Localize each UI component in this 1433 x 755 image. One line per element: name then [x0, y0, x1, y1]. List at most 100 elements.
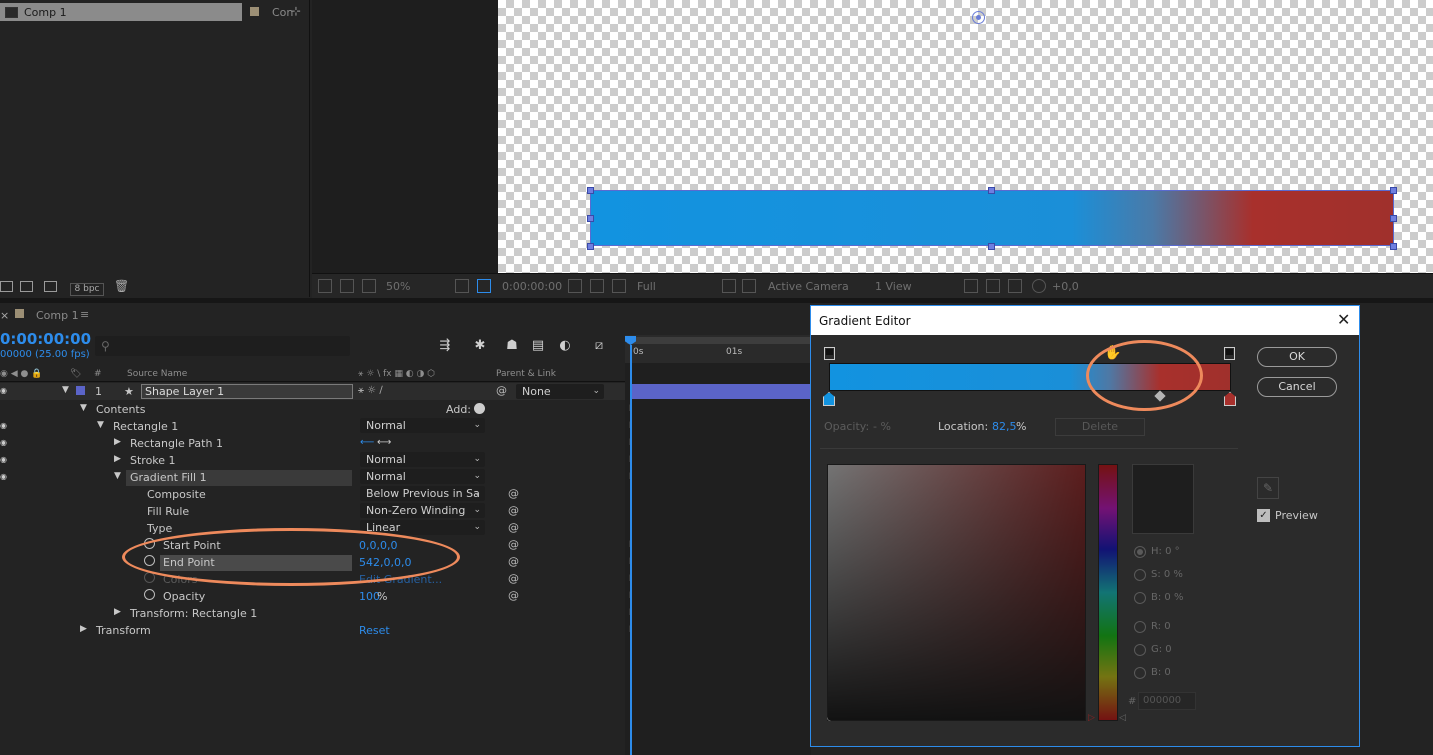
- saturation-radio[interactable]: [1134, 569, 1146, 581]
- visibility-eye-icon[interactable]: ◉: [0, 455, 7, 464]
- composition-mini-flowchart-icon[interactable]: ⇶: [437, 338, 453, 354]
- av-features-icon[interactable]: ◉ ◀ ● 🔒: [0, 369, 42, 379]
- stroke-row[interactable]: ◉ ▶ Stroke 1 Normal ⌄: [0, 452, 625, 469]
- layer-duration-bar[interactable]: [632, 384, 811, 399]
- cancel-button[interactable]: Cancel: [1257, 377, 1337, 397]
- switches-icon[interactable]: ⚹ ☼ \ fx ▦ ◐ ◑ ⬡: [358, 369, 435, 379]
- graph-editor-icon[interactable]: ⧄: [591, 338, 607, 354]
- visibility-eye-icon[interactable]: ◉: [0, 386, 7, 395]
- path-direction-icon[interactable]: ⟵: [360, 437, 374, 448]
- parent-select[interactable]: None ⌄: [516, 384, 604, 399]
- reset-exposure-icon[interactable]: [1032, 279, 1046, 293]
- rectangle-path-row[interactable]: ◉ ▶ Rectangle Path 1 ⟵ ⟷: [0, 435, 625, 452]
- fill-rule-select[interactable]: Non-Zero Winding ⌄: [360, 503, 485, 518]
- fast-previews-icon[interactable]: [964, 279, 978, 293]
- channel-icon[interactable]: [612, 279, 626, 293]
- collapse-triangle-icon[interactable]: ▶: [114, 437, 121, 447]
- expand-triangle-icon[interactable]: ▼: [62, 385, 69, 395]
- transform-row[interactable]: ▶ Transform Reset: [0, 622, 625, 639]
- project-item-comp[interactable]: Comp 1: [0, 3, 242, 21]
- transparency-grid-icon[interactable]: [742, 279, 756, 293]
- hue-radio[interactable]: [1134, 546, 1146, 558]
- expression-spiral-icon[interactable]: @: [508, 521, 519, 534]
- collapse-triangle-icon[interactable]: ▶: [80, 624, 87, 634]
- interpret-footage-icon[interactable]: [0, 281, 13, 292]
- zoom-select[interactable]: 50%: [386, 280, 410, 293]
- expand-triangle-icon[interactable]: ▼: [80, 403, 87, 413]
- green-radio[interactable]: [1134, 644, 1146, 656]
- frame-blending-icon[interactable]: ▤: [530, 338, 546, 354]
- blend-mode-select[interactable]: Normal ⌄: [360, 418, 485, 433]
- views-select[interactable]: 1 View: [875, 280, 912, 293]
- bounding-handle[interactable]: [1390, 215, 1397, 222]
- expression-spiral-icon[interactable]: @: [508, 589, 519, 602]
- hue-left-arrow-icon[interactable]: ▷: [1088, 713, 1095, 723]
- expression-spiral-icon[interactable]: @: [508, 504, 519, 517]
- stopwatch-icon[interactable]: [144, 589, 155, 600]
- hue-right-arrow-icon[interactable]: ◁: [1119, 713, 1126, 723]
- column-parent[interactable]: Parent & Link: [496, 369, 556, 379]
- resolution-select[interactable]: Full: [637, 280, 656, 293]
- trash-icon[interactable]: 🗑: [114, 279, 129, 293]
- pickwhip-icon[interactable]: @: [496, 384, 507, 397]
- blend-mode-select[interactable]: Normal ⌄: [360, 452, 485, 467]
- layer-search-input[interactable]: [95, 336, 350, 356]
- color-field[interactable]: [827, 464, 1086, 721]
- opacity-row[interactable]: Opacity 100 % @: [0, 588, 625, 605]
- opacity-stop[interactable]: [824, 347, 835, 360]
- dialog-title-bar[interactable]: Gradient Editor: [811, 306, 1359, 335]
- bounding-handle[interactable]: [988, 187, 995, 194]
- opacity-stop[interactable]: [1224, 347, 1235, 360]
- snapshot-icon[interactable]: [568, 279, 582, 293]
- exposure-value[interactable]: +0,0: [1052, 280, 1079, 293]
- blend-mode-select[interactable]: Normal ⌄: [360, 469, 485, 484]
- gradient-rectangle-shape[interactable]: [590, 190, 1394, 246]
- expand-triangle-icon[interactable]: ▼: [114, 471, 121, 481]
- bounding-handle[interactable]: [1390, 187, 1397, 194]
- add-menu-icon[interactable]: [474, 403, 485, 414]
- always-preview-icon[interactable]: [318, 279, 332, 293]
- menu-icon[interactable]: ≡: [80, 308, 89, 321]
- grid-icon[interactable]: [455, 279, 469, 293]
- playhead-line[interactable]: [630, 345, 632, 755]
- gradient-fill-row[interactable]: ◉ ▼ Gradient Fill 1 Normal ⌄: [0, 469, 625, 486]
- viewer-timecode[interactable]: 0:00:00:00: [502, 280, 562, 293]
- bounding-handle[interactable]: [587, 215, 594, 222]
- expression-spiral-icon[interactable]: @: [508, 572, 519, 585]
- hue-slider[interactable]: [1098, 464, 1118, 721]
- new-folder-icon[interactable]: [20, 281, 33, 292]
- fill-rule-row[interactable]: Fill Rule Non-Zero Winding ⌄ @: [0, 503, 625, 520]
- anchor-point-icon[interactable]: [972, 11, 985, 24]
- collapse-triangle-icon[interactable]: ▶: [114, 607, 121, 617]
- timeline-icon[interactable]: [986, 279, 1000, 293]
- expression-spiral-icon[interactable]: @: [508, 555, 519, 568]
- timeline-tab[interactable]: Comp 1: [36, 309, 79, 322]
- expand-triangle-icon[interactable]: ▼: [97, 420, 104, 430]
- display-icon[interactable]: [340, 279, 354, 293]
- transform-rect-row[interactable]: ▶ Transform: Rectangle 1: [0, 605, 625, 622]
- mask-icon[interactable]: [362, 279, 376, 293]
- expression-spiral-icon[interactable]: @: [508, 538, 519, 551]
- reset-link[interactable]: Reset: [359, 624, 390, 637]
- eyedropper-icon[interactable]: ✎: [1257, 477, 1279, 499]
- layer-label-swatch[interactable]: [76, 386, 85, 395]
- hex-input[interactable]: 000000: [1138, 692, 1196, 710]
- composite-row[interactable]: Composite Below Previous in Sa ⌄ @: [0, 486, 625, 503]
- location-value[interactable]: 82,5: [992, 420, 1017, 433]
- label-color-swatch[interactable]: [250, 7, 259, 16]
- expression-spiral-icon[interactable]: @: [508, 487, 519, 500]
- rectangle-group-row[interactable]: ◉ ▼ Rectangle 1 Normal ⌄: [0, 418, 625, 435]
- brightness-radio[interactable]: [1134, 592, 1146, 604]
- label-icon[interactable]: 🏷: [70, 369, 81, 379]
- visibility-eye-icon[interactable]: ◉: [0, 472, 7, 481]
- layer-switches[interactable]: ⚹ ☼ ∕: [358, 385, 383, 396]
- flowchart-icon[interactable]: [1008, 279, 1022, 293]
- visibility-eye-icon[interactable]: ◉: [0, 438, 7, 447]
- draft-3d-icon[interactable]: ✱: [472, 338, 488, 354]
- bpc-button[interactable]: 8 bpc: [70, 283, 104, 296]
- new-composition-icon[interactable]: [44, 281, 57, 292]
- bounding-handle[interactable]: [587, 187, 594, 194]
- current-time[interactable]: 0:00:00:00: [0, 330, 91, 348]
- shy-layers-icon[interactable]: ☗: [504, 338, 520, 354]
- motion-blur-icon[interactable]: ◐: [557, 338, 573, 354]
